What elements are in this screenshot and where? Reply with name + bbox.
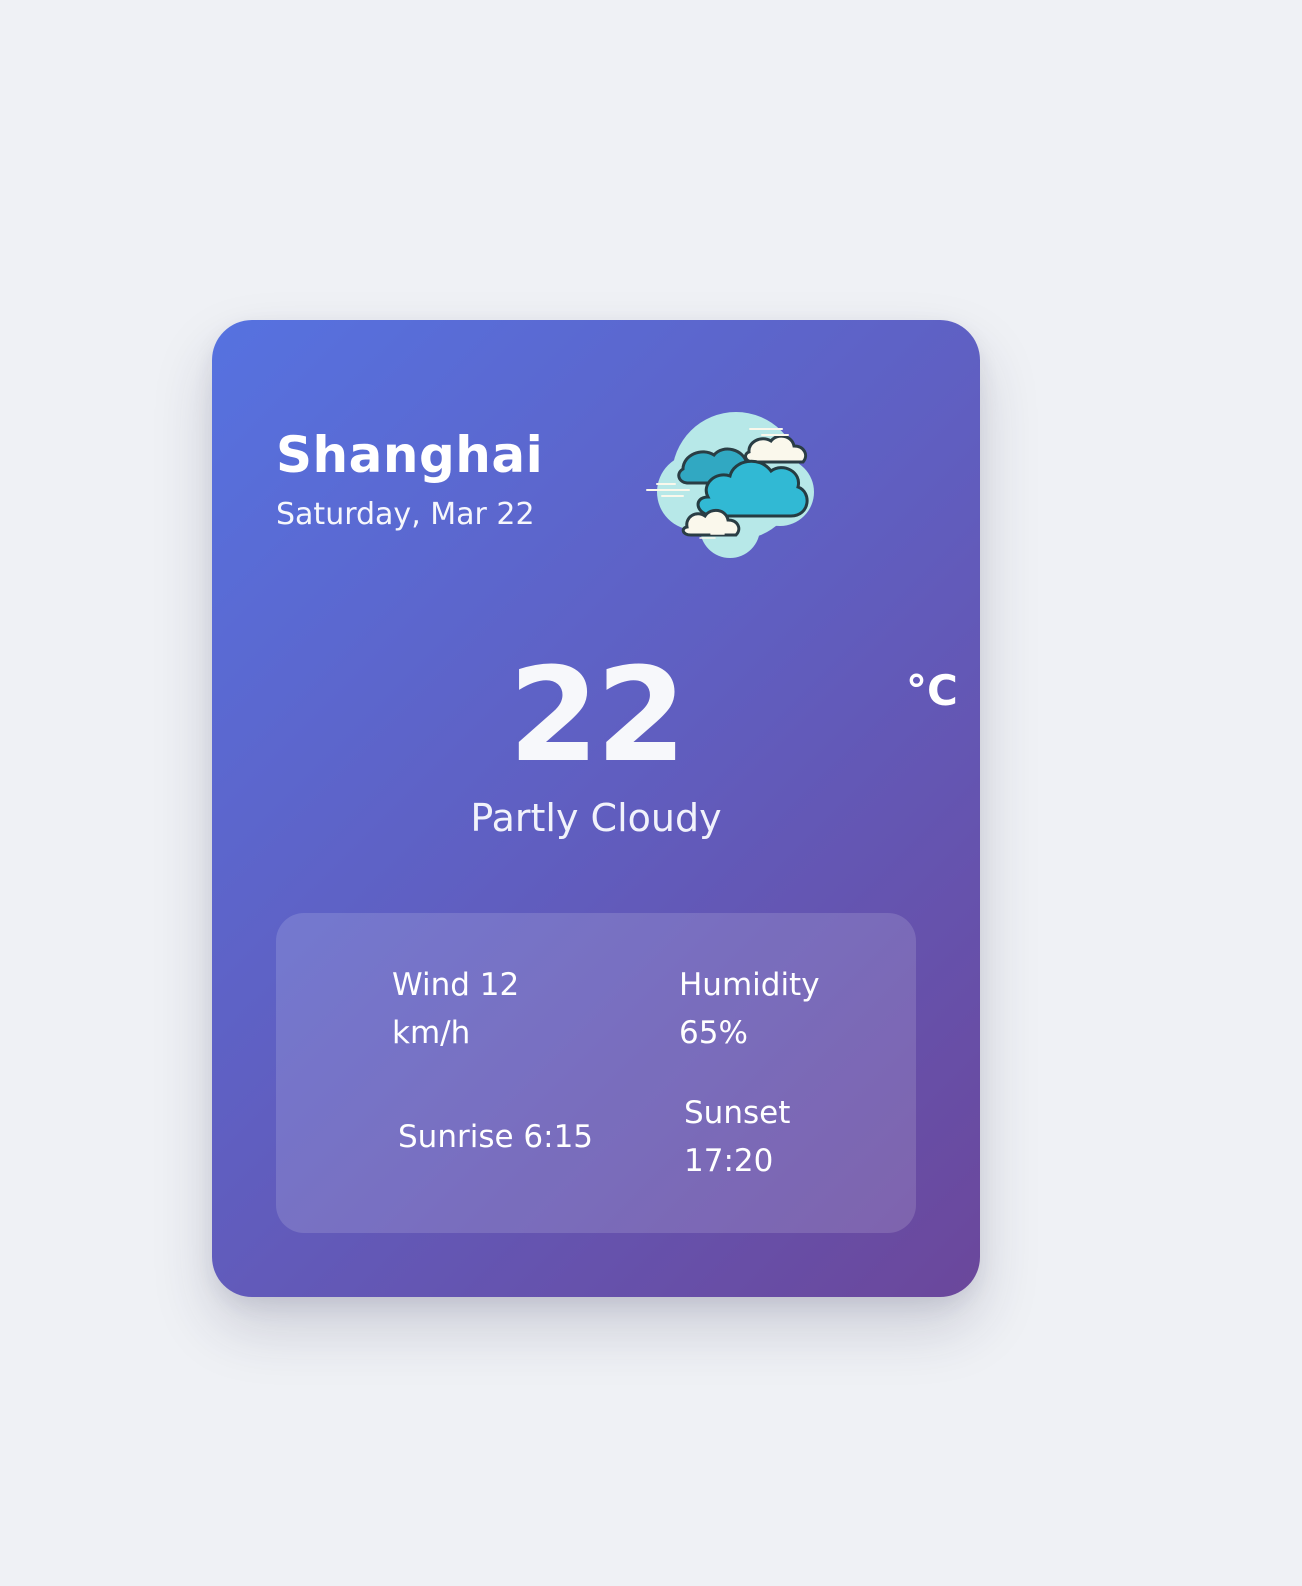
city-name: Shanghai	[276, 426, 544, 484]
weather-date: Saturday, Mar 22	[276, 497, 535, 532]
sunset-stat: Sunset 17:20	[684, 1095, 791, 1179]
sunrise-stat: Sunrise 6:15	[398, 1119, 594, 1155]
temperature-value: 22	[508, 639, 687, 791]
temperature-unit: °C	[906, 666, 958, 715]
temperature-display: 22 °C	[212, 650, 980, 780]
weather-stats-panel: Wind 12 km/h Humidity 65% Sunrise 6:15 S…	[276, 913, 916, 1233]
wind-stat: Wind 12 km/h	[392, 967, 520, 1051]
humidity-stat: Humidity 65%	[679, 967, 820, 1051]
weather-condition: Partly Cloudy	[470, 796, 722, 840]
weather-card: Shanghai Saturday, Mar 22 22 °C Partly C…	[212, 320, 980, 1297]
partly-cloudy-icon	[644, 404, 824, 564]
